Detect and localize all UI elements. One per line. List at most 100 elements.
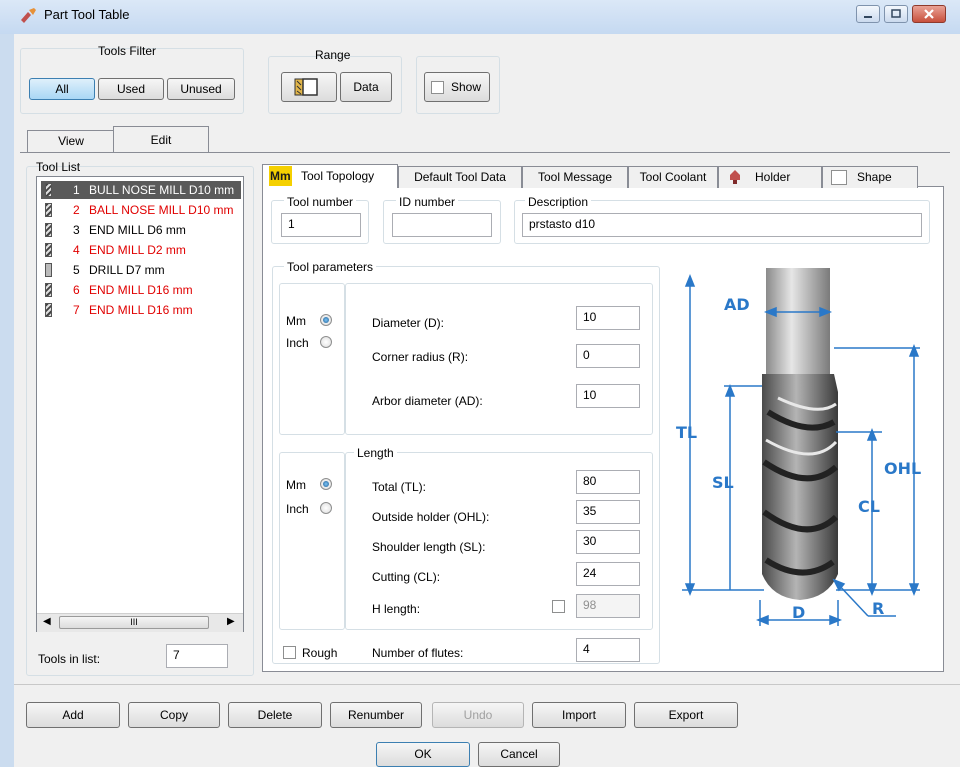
tool-name: DRILL D7 mm: [89, 263, 165, 277]
minimize-button[interactable]: [856, 5, 880, 23]
rough-label: Rough: [302, 646, 338, 660]
tab-tool-coolant[interactable]: Tool Coolant: [628, 166, 718, 188]
label-r: R: [872, 599, 884, 618]
range-icon: [294, 78, 318, 96]
list-item[interactable]: 4 END MILL D2 mm: [41, 241, 241, 259]
tool-shank: [766, 268, 830, 376]
cutting-length-input[interactable]: 24: [576, 562, 640, 586]
corner-radius-label: Corner radius (R):: [372, 350, 469, 364]
outside-holder-input[interactable]: 35: [576, 500, 640, 524]
corner-radius-input[interactable]: 0: [576, 344, 640, 368]
tab-shape[interactable]: Shape: [822, 166, 918, 188]
tool-name: END MILL D6 mm: [89, 223, 186, 237]
rough-checkbox[interactable]: [283, 646, 296, 659]
scroll-right-icon[interactable]: ▶: [227, 616, 235, 627]
window-frame: [0, 34, 14, 767]
list-item[interactable]: 1 BULL NOSE MILL D10 mm: [41, 181, 241, 199]
list-item[interactable]: 7 END MILL D16 mm: [41, 301, 241, 319]
close-button[interactable]: [912, 5, 946, 23]
tool-name: BULL NOSE MILL D10 mm: [89, 183, 235, 197]
tool-name: END MILL D16 mm: [89, 303, 193, 317]
id-number-input[interactable]: [392, 213, 492, 237]
h-length-label: H length:: [372, 602, 421, 616]
diameter-label: Diameter (D):: [372, 316, 445, 330]
shoulder-length-input[interactable]: 30: [576, 530, 640, 554]
tool-list-label: Tool List: [36, 160, 81, 174]
export-button[interactable]: Export: [634, 702, 738, 728]
tab-holder-label: Holder: [755, 170, 791, 184]
list-item[interactable]: 5 DRILL D7 mm: [41, 261, 241, 279]
tab-default-tool-data[interactable]: Default Tool Data: [398, 166, 522, 188]
title-bar[interactable]: [0, 0, 960, 34]
tab-view[interactable]: View: [27, 130, 115, 152]
range-data-button[interactable]: Data: [340, 72, 392, 102]
copy-button[interactable]: Copy: [128, 702, 220, 728]
maximize-icon: [891, 9, 901, 18]
length-inch-label: Inch: [286, 502, 309, 516]
tools-in-list-label: Tools in list:: [38, 652, 101, 666]
label-ad: AD: [724, 295, 750, 314]
tab-holder[interactable]: Holder: [718, 166, 822, 188]
renumber-button[interactable]: Renumber: [330, 702, 422, 728]
flutes-input[interactable]: 4: [576, 638, 640, 662]
horizontal-scrollbar[interactable]: ◀ III ▶: [37, 613, 243, 632]
list-item[interactable]: 2 BALL NOSE MILL D10 mm: [41, 201, 241, 219]
id-number-label: ID number: [396, 195, 459, 209]
tool-number-input[interactable]: 1: [281, 213, 361, 237]
arbor-diameter-label: Arbor diameter (AD):: [372, 394, 483, 408]
tool-icon: [45, 243, 52, 257]
label-sl: SL: [712, 473, 734, 492]
tab-tool-topology-label: Tool Topology: [301, 169, 375, 183]
undo-button[interactable]: Undo: [432, 702, 524, 728]
filter-used-button[interactable]: Used: [98, 78, 164, 100]
tab-tool-message[interactable]: Tool Message: [522, 166, 628, 188]
range-toggle-button[interactable]: [281, 72, 337, 102]
tab-shape-label: Shape: [857, 170, 892, 184]
tools-in-list-field: 7: [166, 644, 228, 668]
add-button[interactable]: Add: [26, 702, 120, 728]
range-label: Range: [315, 48, 351, 62]
scroll-left-icon[interactable]: ◀: [43, 616, 51, 627]
show-button[interactable]: Show: [424, 72, 490, 102]
tool-list[interactable]: 1 BULL NOSE MILL D10 mm 2 BALL NOSE MILL…: [36, 176, 244, 632]
diameter-input[interactable]: 10: [576, 306, 640, 330]
length-mm-radio[interactable]: [320, 478, 332, 490]
filter-all-button[interactable]: All: [29, 78, 95, 100]
tool-name: END MILL D2 mm: [89, 243, 186, 257]
maximize-button[interactable]: [884, 5, 908, 23]
tab-tool-topology[interactable]: Mm Tool Topology: [262, 164, 398, 188]
ok-button[interactable]: OK: [376, 742, 470, 767]
tool-diagram: AD TL SL OHL CL D R: [676, 268, 921, 626]
tool-name: END MILL D16 mm: [89, 283, 193, 297]
tool-number: 7: [73, 303, 80, 317]
scroll-thumb[interactable]: III: [59, 616, 209, 629]
param-inch-radio[interactable]: [320, 336, 332, 348]
tool-icon: [45, 263, 52, 277]
import-button[interactable]: Import: [532, 702, 626, 728]
tool-name: BALL NOSE MILL D10 mm: [89, 203, 234, 217]
label-ohl: OHL: [884, 459, 921, 478]
arbor-diameter-input[interactable]: 10: [576, 384, 640, 408]
cancel-button[interactable]: Cancel: [478, 742, 560, 767]
tab-edit[interactable]: Edit: [113, 126, 209, 153]
tool-number: 3: [73, 223, 80, 237]
delete-button[interactable]: Delete: [228, 702, 322, 728]
tool-number: 2: [73, 203, 80, 217]
filter-unused-button[interactable]: Unused: [167, 78, 235, 100]
tool-icon: [45, 203, 52, 217]
tool-number: 6: [73, 283, 80, 297]
description-input[interactable]: prstasto d10: [522, 213, 922, 237]
description-label: Description: [525, 195, 592, 209]
total-length-input[interactable]: 80: [576, 470, 640, 494]
param-mm-radio[interactable]: [320, 314, 332, 326]
list-item[interactable]: 3 END MILL D6 mm: [41, 221, 241, 239]
holder-icon: [730, 170, 740, 184]
list-item[interactable]: 6 END MILL D16 mm: [41, 281, 241, 299]
tool-icon: [45, 183, 52, 197]
tool-icon: [45, 283, 52, 297]
length-inch-radio[interactable]: [320, 502, 332, 514]
total-length-label: Total (TL):: [372, 480, 427, 494]
h-length-checkbox[interactable]: [552, 600, 565, 613]
length-label: Length: [354, 446, 397, 460]
cutting-length-label: Cutting (CL):: [372, 570, 441, 584]
